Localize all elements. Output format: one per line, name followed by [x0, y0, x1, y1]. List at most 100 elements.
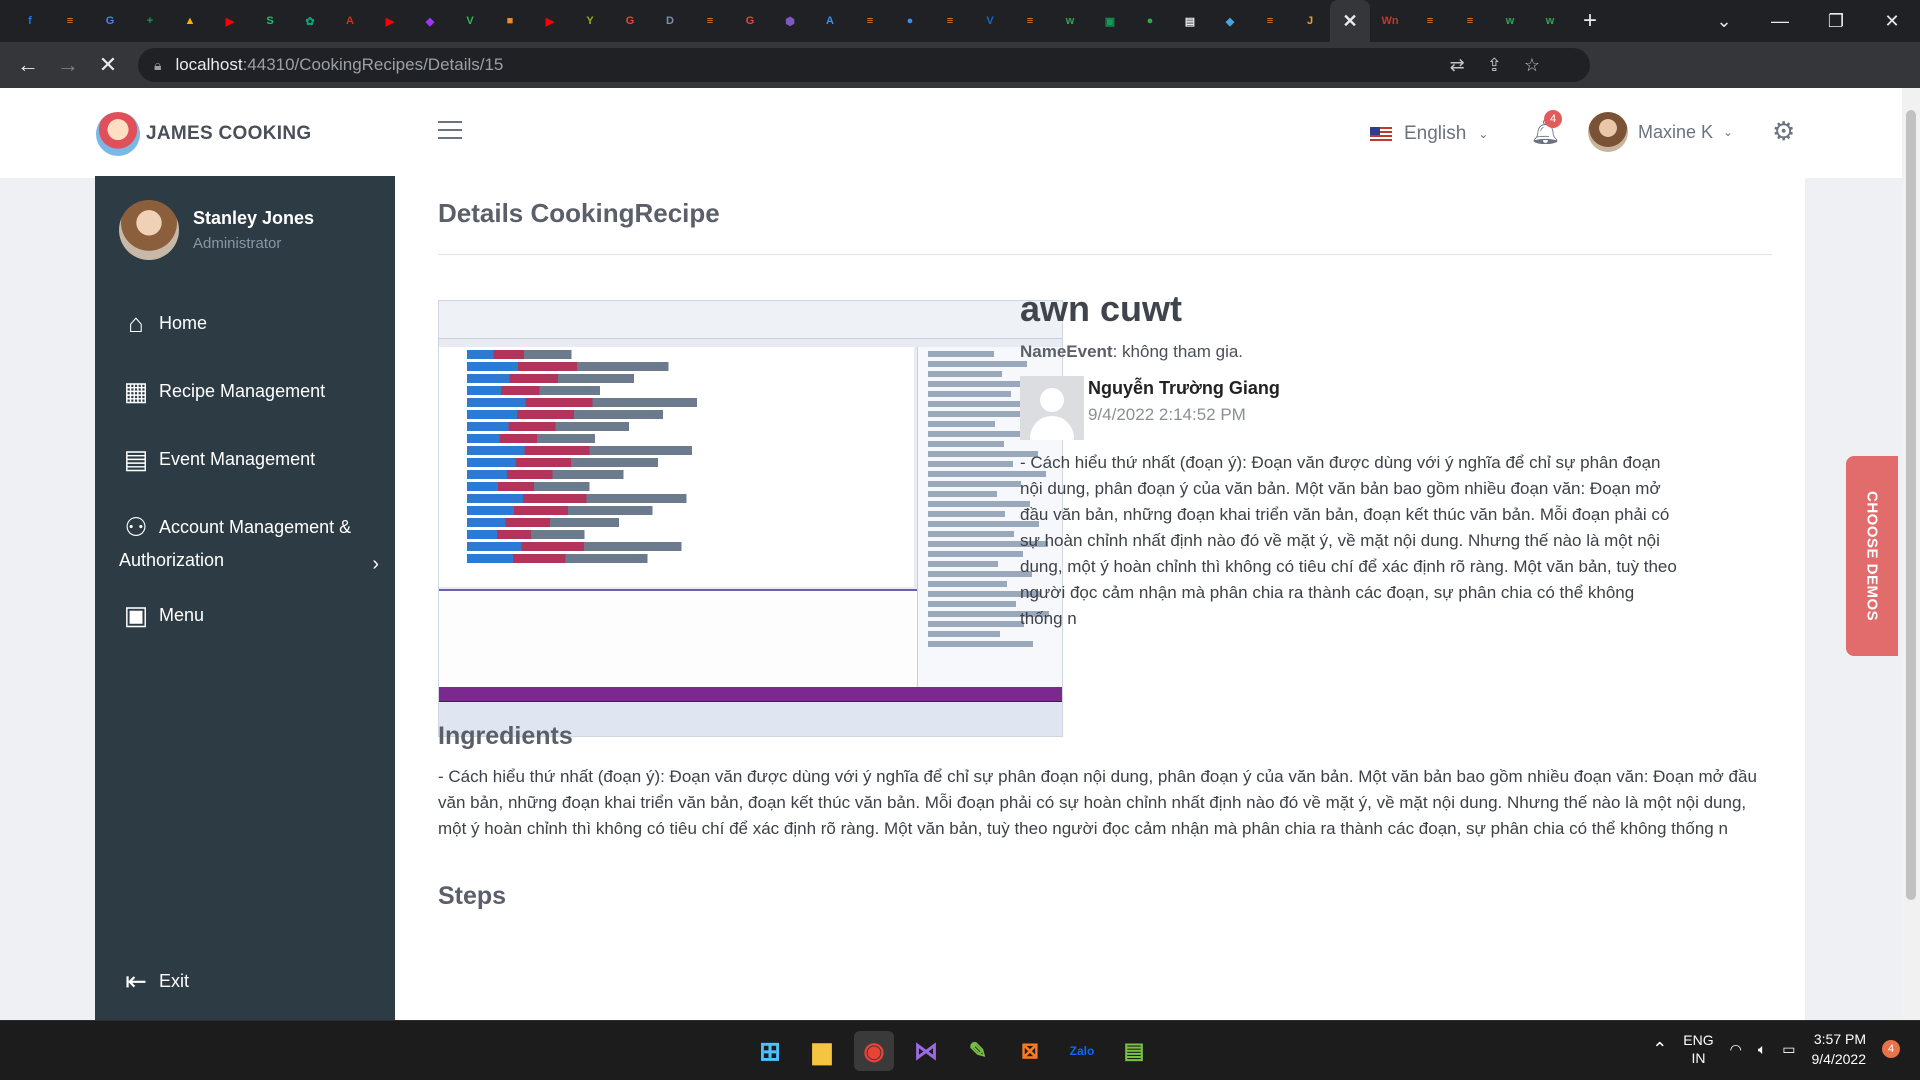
browser-tab[interactable]: ⬢ — [770, 0, 810, 42]
sidebar-item-event-management[interactable]: ▤ Event Management — [119, 442, 315, 476]
hex-favicon: ⬢ — [785, 15, 795, 28]
chrome-icon[interactable]: ◉ — [854, 1031, 894, 1071]
browser-tab[interactable]: ≡ — [930, 0, 970, 42]
notepad-icon[interactable]: ▤ — [1114, 1031, 1154, 1071]
back-button[interactable]: ← — [8, 52, 48, 78]
visual-studio-icon[interactable]: ⋈ — [906, 1031, 946, 1071]
bookmark-star-icon[interactable]: ☆ — [1524, 55, 1540, 76]
chevron-down-icon: ⌄ — [1478, 127, 1489, 141]
hamburger-menu-icon[interactable] — [438, 121, 462, 139]
lang-top: ENG — [1683, 1032, 1714, 1048]
browser-tab[interactable]: ≡ — [1250, 0, 1290, 42]
browser-tab[interactable]: ▲ — [170, 0, 210, 42]
browser-tab[interactable]: ● — [890, 0, 930, 42]
browser-tab[interactable]: f — [10, 0, 50, 42]
sidebar-item-menu[interactable]: ▣ Menu — [119, 598, 204, 632]
browser-tab[interactable]: V — [970, 0, 1010, 42]
stop-loading-button[interactable]: ✕ — [88, 52, 128, 78]
notification-count-badge: 4 — [1544, 110, 1562, 128]
notification-badge[interactable]: 4 — [1882, 1040, 1900, 1058]
translate-icon[interactable]: ⇄ — [1450, 55, 1465, 76]
zalo-icon[interactable]: Zalo — [1062, 1031, 1102, 1071]
chef-logo-icon — [96, 112, 140, 156]
browser-tab[interactable]: ≡ — [690, 0, 730, 42]
tab-active[interactable]: ✕ — [1330, 0, 1370, 42]
forward-button[interactable]: → — [48, 52, 88, 78]
file-explorer-icon[interactable]: ▆ — [802, 1031, 842, 1071]
clock[interactable]: 3:57 PM 9/4/2022 — [1812, 1029, 1867, 1069]
volume-icon[interactable]: 🔈︎ — [1758, 1041, 1766, 1058]
browser-tab[interactable]: w — [1490, 0, 1530, 42]
browser-tab[interactable]: V — [450, 0, 490, 42]
browser-tab[interactable]: ■ — [490, 0, 530, 42]
ingredients-title: Ingredients — [438, 722, 573, 750]
sidebar-item-home[interactable]: ⌂ Home — [119, 306, 207, 340]
notification-bell-icon[interactable]: 🔔︎ 4 — [1530, 110, 1562, 147]
browser-tab[interactable]: + — [130, 0, 170, 42]
user-menu[interactable]: Maxine K ⌄ — [1588, 112, 1733, 152]
stackoverflow-favicon-2: ≡ — [706, 15, 714, 27]
lock-icon[interactable]: 🔒︎ — [154, 57, 161, 74]
steps-title: Steps — [438, 882, 507, 910]
browser-tab[interactable]: D — [650, 0, 690, 42]
browser-tab[interactable]: Y — [570, 0, 610, 42]
share-icon[interactable]: ⇪ — [1487, 55, 1502, 76]
browser-tab[interactable]: ▣ — [1090, 0, 1130, 42]
chevron-up-icon[interactable]: ⌃ — [1652, 1039, 1667, 1060]
browser-tab[interactable]: A — [330, 0, 370, 42]
browser-tab[interactable]: ≡ — [50, 0, 90, 42]
browser-tab[interactable]: w — [1530, 0, 1570, 42]
gear-icon[interactable]: ⚙ — [1772, 116, 1795, 147]
xampp-icon[interactable]: ⊠ — [1010, 1031, 1050, 1071]
browser-tab[interactable]: ▶ — [370, 0, 410, 42]
browser-tab[interactable]: S — [250, 0, 290, 42]
browser-tab[interactable]: ≡ — [850, 0, 890, 42]
app-icon[interactable]: ✎ — [958, 1031, 998, 1071]
browser-tab[interactable]: ✿ — [290, 0, 330, 42]
browser-tab[interactable]: ● — [1130, 0, 1170, 42]
url-host: localhost — [175, 55, 243, 74]
browser-tab[interactable]: G — [730, 0, 770, 42]
clock-date: 9/4/2022 — [1811, 1051, 1867, 1067]
browser-tab[interactable]: G — [610, 0, 650, 42]
restore-button[interactable]: ❐ — [1808, 11, 1864, 32]
address-bar[interactable]: 🔒︎ localhost:44310/CookingRecipes/Detail… — [138, 48, 1590, 82]
new-tab-button[interactable]: + — [1570, 0, 1610, 42]
youtube-favicon: ▶ — [225, 15, 235, 28]
browser-tab[interactable]: w — [1050, 0, 1090, 42]
wifi-icon[interactable]: ◠ — [1730, 1041, 1742, 1058]
browser-tab[interactable]: ≡ — [1410, 0, 1450, 42]
browser-tab[interactable]: ▶ — [530, 0, 570, 42]
calendar-icon: ▤ — [123, 443, 149, 474]
stackoverflow-favicon-7: ≡ — [1426, 15, 1434, 27]
exit-button[interactable]: ⇤ Exit — [119, 964, 189, 998]
sidebar-item-recipe-management[interactable]: ▦ Recipe Management — [119, 374, 325, 408]
browser-tab[interactable]: ▶ — [210, 0, 250, 42]
browser-tab[interactable]: ≡ — [1450, 0, 1490, 42]
browser-tab[interactable]: A — [810, 0, 850, 42]
input-language[interactable]: ENG IN — [1683, 1031, 1713, 1067]
minimize-button[interactable]: — — [1752, 11, 1808, 32]
user-gear-icon: ⚇ — [124, 512, 148, 542]
browser-tab[interactable]: ◆ — [410, 0, 450, 42]
sheets-favicon-2: ▣ — [1104, 15, 1116, 28]
vuetify-favicon: V — [986, 15, 994, 27]
browser-tab[interactable]: ◆ — [1210, 0, 1250, 42]
brand-logo[interactable]: JAMES COOKING — [96, 112, 311, 156]
browser-tab[interactable]: ≡ — [1010, 0, 1050, 42]
browser-tab[interactable]: ▤ — [1170, 0, 1210, 42]
language-selector[interactable]: English ⌄ — [1370, 123, 1488, 145]
browser-tab[interactable]: G — [90, 0, 130, 42]
start-icon[interactable]: ⊞ — [750, 1031, 790, 1071]
chatgpt-favicon: ✿ — [305, 15, 315, 28]
page-scrollbar[interactable] — [1902, 88, 1920, 1020]
sidebar-item-account-management[interactable]: ⚇ Account Management & Authorization › — [119, 510, 379, 576]
close-icon[interactable]: ✕ — [1340, 11, 1360, 31]
browser-tab[interactable]: J — [1290, 0, 1330, 42]
close-window-button[interactable]: ✕ — [1864, 11, 1920, 32]
scrollbar-thumb[interactable] — [1906, 110, 1916, 900]
battery-icon[interactable]: ▭ — [1782, 1041, 1795, 1058]
browser-tab[interactable]: Wn — [1370, 0, 1410, 42]
choose-demos-button[interactable]: CHOOSE DEMOS — [1846, 456, 1898, 656]
tab-search-icon[interactable]: ⌄ — [1696, 11, 1752, 32]
